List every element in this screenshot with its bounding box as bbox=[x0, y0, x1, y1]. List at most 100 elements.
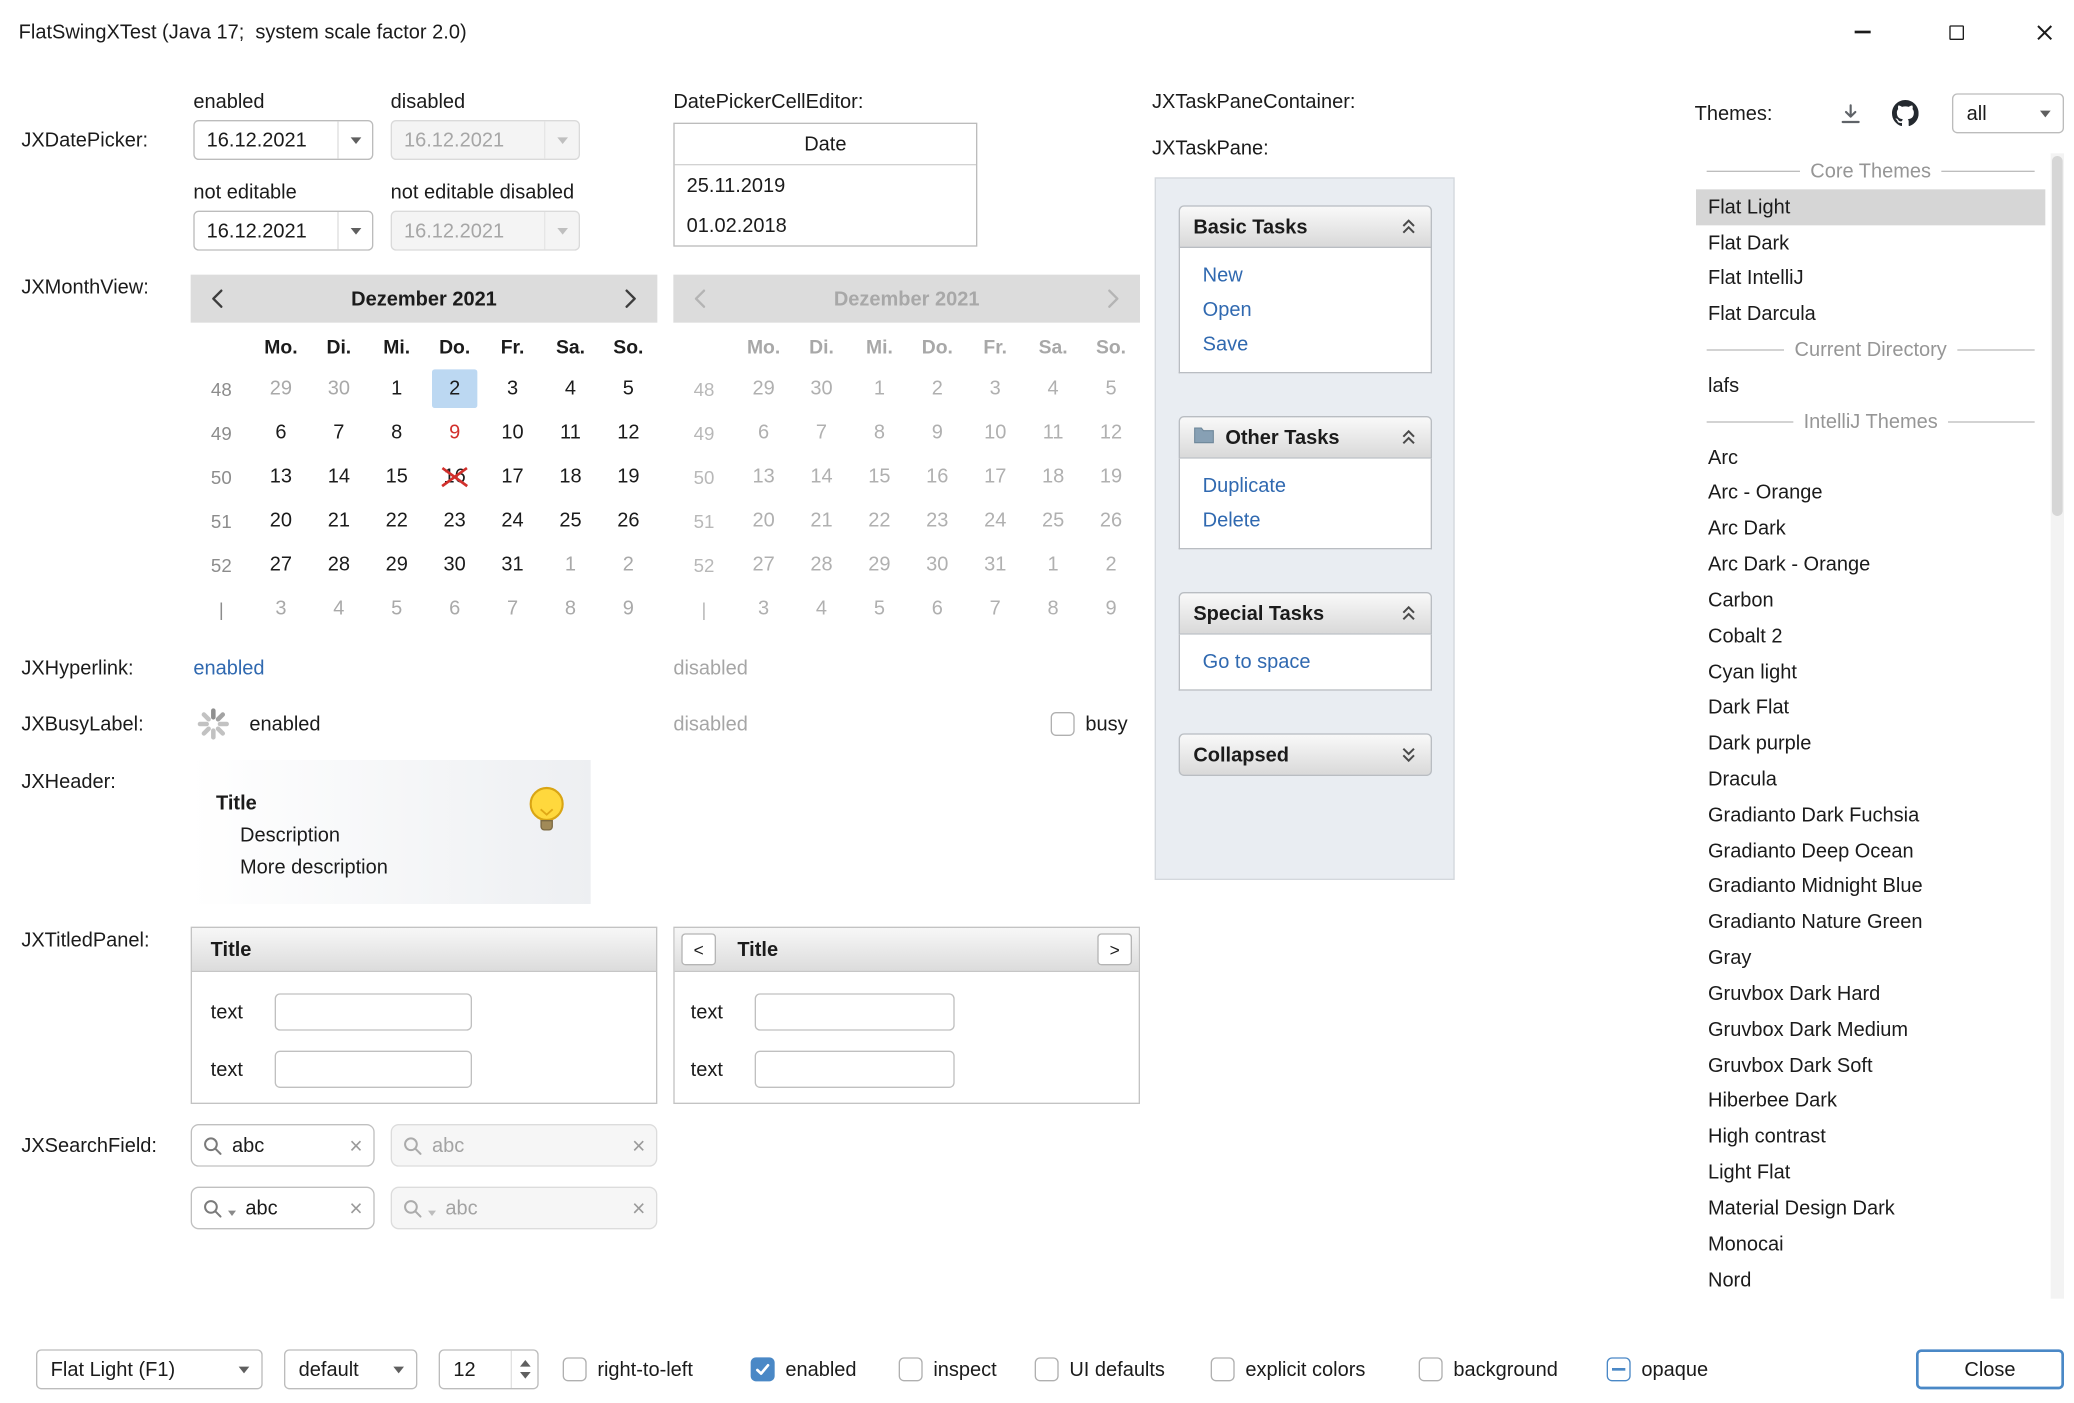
theme-list-item[interactable]: Gruvbox Dark Soft bbox=[1696, 1048, 2045, 1084]
calendar-day[interactable]: 29 bbox=[252, 367, 310, 411]
search-input[interactable]: abc bbox=[232, 1134, 340, 1157]
taskpane-header[interactable]: Other Tasks bbox=[1179, 416, 1432, 459]
theme-list-item[interactable]: Arc - Orange bbox=[1696, 475, 2045, 511]
close-window-button[interactable] bbox=[2015, 0, 2074, 64]
calendar-day[interactable]: 13 bbox=[252, 455, 310, 499]
calendar-day[interactable]: 22 bbox=[368, 499, 426, 543]
calendar-day[interactable]: 7 bbox=[310, 411, 368, 455]
calendar-day[interactable]: 1 bbox=[542, 543, 600, 587]
theme-list-item[interactable]: Gradianto Midnight Blue bbox=[1696, 869, 2045, 905]
taskpane-link[interactable]: Delete bbox=[1203, 509, 1431, 532]
calendar-day[interactable]: 1 bbox=[368, 367, 426, 411]
taskpane-link[interactable]: Duplicate bbox=[1203, 475, 1431, 498]
calendar-day[interactable]: 4 bbox=[542, 367, 600, 411]
hyperlink-enabled[interactable]: enabled bbox=[193, 655, 264, 682]
date-picker-dropdown-button[interactable] bbox=[337, 121, 372, 158]
chevron-double-up-icon[interactable] bbox=[1400, 605, 1417, 621]
maximize-button[interactable] bbox=[1925, 0, 1986, 64]
theme-list-item[interactable]: Flat Darcula bbox=[1696, 296, 2045, 332]
theme-list-item[interactable]: Gruvbox Dark Medium bbox=[1696, 1012, 2045, 1048]
laf-combo[interactable]: Flat Light (F1) bbox=[36, 1349, 263, 1389]
scrollbar[interactable] bbox=[2051, 153, 2064, 1298]
calendar-day[interactable]: 14 bbox=[310, 455, 368, 499]
table-row[interactable]: 25.11.2019 bbox=[675, 165, 976, 205]
calendar-day[interactable]: 8 bbox=[542, 587, 600, 631]
checkbox-enabled[interactable]: enabled bbox=[751, 1349, 857, 1389]
github-button[interactable] bbox=[1891, 99, 1920, 128]
theme-list-item[interactable]: Carbon bbox=[1696, 583, 2045, 619]
calendar-day[interactable]: 5 bbox=[599, 367, 657, 411]
theme-list-item[interactable]: Gray bbox=[1696, 940, 2045, 976]
theme-list-item[interactable]: Gruvbox Dark Hard bbox=[1696, 976, 2045, 1012]
taskpane-header[interactable]: Basic Tasks bbox=[1179, 205, 1432, 248]
taskpane-link[interactable]: New bbox=[1203, 264, 1431, 287]
calendar-day[interactable]: 8 bbox=[368, 411, 426, 455]
taskpane-link[interactable]: Go to space bbox=[1203, 651, 1431, 674]
titled-panel-prev-button[interactable]: < bbox=[681, 933, 716, 965]
calendar-day[interactable]: 30 bbox=[310, 367, 368, 411]
calendar-day[interactable]: 26 bbox=[599, 499, 657, 543]
checkbox-inspect[interactable]: inspect bbox=[899, 1349, 997, 1389]
font-size-spinner[interactable]: 12 bbox=[439, 1349, 539, 1389]
theme-list-item[interactable]: Nord bbox=[1696, 1262, 2045, 1298]
calendar-day[interactable]: 12 bbox=[599, 411, 657, 455]
titled-panel-text-field[interactable] bbox=[275, 1051, 472, 1088]
date-picker-not-editable[interactable]: 16.12.2021 bbox=[193, 211, 373, 251]
calendar-day[interactable]: 23 bbox=[426, 499, 484, 543]
calendar-day[interactable]: 19 bbox=[599, 455, 657, 499]
theme-list-item[interactable]: Gradianto Deep Ocean bbox=[1696, 833, 2045, 869]
theme-list-item[interactable]: Dracula bbox=[1696, 761, 2045, 797]
taskpane-header[interactable]: Collapsed bbox=[1179, 733, 1432, 776]
calendar-day[interactable]: 3 bbox=[484, 367, 542, 411]
chevron-double-up-icon[interactable] bbox=[1400, 219, 1417, 235]
taskpane-link[interactable]: Open bbox=[1203, 299, 1431, 322]
theme-list-item[interactable]: Arc Dark bbox=[1696, 511, 2045, 547]
calendar-day[interactable]: 16 bbox=[426, 455, 484, 499]
theme-list-item[interactable]: Dark purple bbox=[1696, 726, 2045, 762]
close-button[interactable]: Close bbox=[1916, 1349, 2064, 1389]
style-combo[interactable]: default bbox=[284, 1349, 417, 1389]
calendar-next-button[interactable] bbox=[604, 275, 657, 323]
calendar-day[interactable]: 5 bbox=[368, 587, 426, 631]
theme-list-item[interactable]: Flat IntelliJ bbox=[1696, 261, 2045, 297]
calendar-day[interactable]: 18 bbox=[542, 455, 600, 499]
calendar-day[interactable]: 4 bbox=[310, 587, 368, 631]
theme-list-item[interactable]: Flat Light bbox=[1696, 189, 2045, 225]
calendar-day[interactable]: 24 bbox=[484, 499, 542, 543]
table-row[interactable]: 01.02.2018 bbox=[675, 205, 976, 245]
calendar-day[interactable]: 11 bbox=[542, 411, 600, 455]
calendar-day[interactable]: 29 bbox=[368, 543, 426, 587]
checkbox-busy[interactable]: busy bbox=[1051, 712, 1128, 736]
calendar-day[interactable]: 27 bbox=[252, 543, 310, 587]
date-picker-dropdown-button[interactable] bbox=[337, 212, 372, 249]
theme-list-item[interactable]: Hiberbee Dark bbox=[1696, 1083, 2045, 1119]
taskpane-link[interactable]: Save bbox=[1203, 333, 1431, 356]
theme-list-item[interactable]: Cyan light bbox=[1696, 654, 2045, 690]
taskpane-header[interactable]: Special Tasks bbox=[1179, 592, 1432, 635]
titled-panel-text-field[interactable] bbox=[755, 1051, 955, 1088]
theme-list-item[interactable]: Arc Dark - Orange bbox=[1696, 547, 2045, 583]
calendar-day[interactable]: 7 bbox=[484, 587, 542, 631]
theme-list-item[interactable]: High contrast bbox=[1696, 1119, 2045, 1155]
search-input[interactable]: abc bbox=[245, 1197, 340, 1220]
search-field-with-menu[interactable]: abc × bbox=[191, 1187, 375, 1230]
calendar-day[interactable]: 30 bbox=[426, 543, 484, 587]
download-themes-button[interactable] bbox=[1837, 101, 1864, 128]
calendar-day[interactable]: 25 bbox=[542, 499, 600, 543]
themes-filter-combo[interactable]: all bbox=[1952, 93, 2064, 133]
calendar-day[interactable]: 9 bbox=[599, 587, 657, 631]
clear-icon[interactable]: × bbox=[349, 1134, 362, 1157]
calendar-day[interactable]: 31 bbox=[484, 543, 542, 587]
clear-icon[interactable]: × bbox=[349, 1197, 362, 1220]
spinner-up-icon[interactable] bbox=[519, 1360, 530, 1367]
minimize-button[interactable] bbox=[1832, 0, 1893, 64]
calendar-day[interactable]: 3 bbox=[252, 587, 310, 631]
calendar-day[interactable]: 21 bbox=[310, 499, 368, 543]
titled-panel-text-field[interactable] bbox=[275, 993, 472, 1030]
theme-list-item[interactable]: Gradianto Dark Fuchsia bbox=[1696, 797, 2045, 833]
calendar-day[interactable]: 9 bbox=[426, 411, 484, 455]
theme-list-item[interactable]: Monocai bbox=[1696, 1226, 2045, 1262]
calendar-day[interactable]: 6 bbox=[252, 411, 310, 455]
calendar-day[interactable]: 2 bbox=[426, 367, 484, 411]
search-menu-icon[interactable] bbox=[203, 1198, 223, 1218]
